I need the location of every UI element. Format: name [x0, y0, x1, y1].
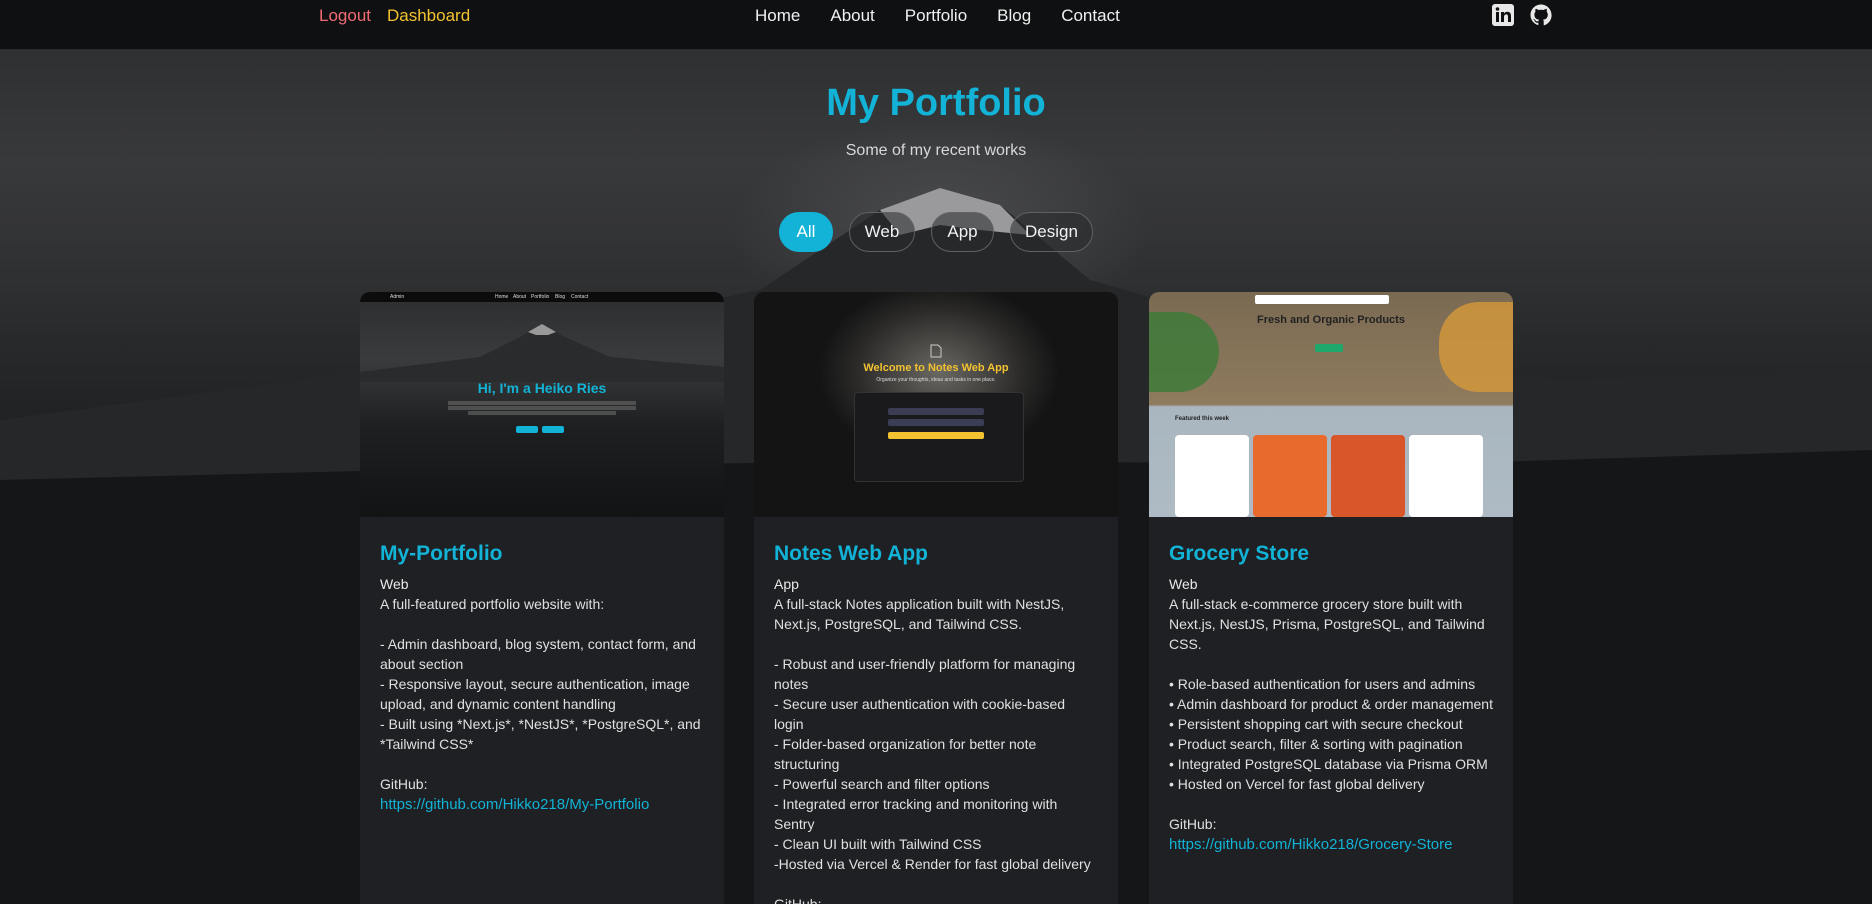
- project-description: A full-featured portfolio website with: …: [380, 596, 701, 752]
- thumb-heading: Hi, I'm a Heiko Ries: [477, 380, 607, 396]
- nav-auth-links: Logout Dashboard: [319, 6, 470, 26]
- social-icons: [1491, 3, 1553, 27]
- github-link[interactable]: https://github.com/Hikko218/Grocery-Stor…: [1169, 834, 1493, 856]
- thumb-email-field: [888, 408, 984, 415]
- filter-web-button[interactable]: Web: [849, 212, 915, 252]
- github-label: GitHub:: [380, 776, 428, 792]
- project-title: Notes Web App: [774, 542, 929, 565]
- project-category: Web: [380, 576, 409, 592]
- thumb-nav-brand: Admin: [390, 294, 405, 300]
- project-thumbnail[interactable]: Fresh and Organic Products Featured this…: [1149, 292, 1513, 517]
- thumb-nav-link: Blog: [555, 294, 566, 300]
- project-card-grocery-store: Fresh and Organic Products Featured this…: [1149, 292, 1513, 904]
- filter-group: All Web App Design: [779, 212, 1093, 252]
- project-category: Web: [1169, 576, 1198, 592]
- dashboard-link[interactable]: Dashboard: [387, 6, 470, 26]
- nav-contact[interactable]: Contact: [1061, 6, 1120, 26]
- filter-design-button[interactable]: Design: [1010, 212, 1093, 252]
- project-thumbnail[interactable]: Welcome to Notes Web App Organize your t…: [754, 292, 1118, 517]
- nav-blog[interactable]: Blog: [997, 6, 1031, 26]
- main-nav: Home About Portfolio Blog Contact: [755, 6, 1120, 26]
- logout-link[interactable]: Logout: [319, 6, 371, 26]
- project-card-notes-web-app: Welcome to Notes Web App Organize your t…: [754, 292, 1118, 904]
- thumb-heading: Welcome to Notes Web App: [863, 362, 1009, 374]
- project-description: A full-stack e-commerce grocery store bu…: [1169, 596, 1493, 792]
- github-link[interactable]: https://github.com/Hikko218/My-Portfolio: [380, 794, 704, 816]
- page-subtitle: Some of my recent works: [845, 142, 1027, 159]
- thumb-mini-nav: Admin Home About Portfolio Blog Contact: [360, 292, 724, 302]
- github-label: GitHub:: [774, 896, 822, 904]
- thumb-buttons: [516, 426, 564, 433]
- thumb-text: [448, 400, 636, 416]
- thumb-spinach: [1149, 312, 1219, 392]
- nav-portfolio[interactable]: Portfolio: [905, 6, 967, 26]
- thumb-nav-link: Home: [495, 294, 509, 300]
- github-icon[interactable]: [1529, 3, 1553, 27]
- thumb-bread: [1439, 302, 1513, 392]
- thumb-product-tile: [1409, 435, 1483, 517]
- thumb-mountain: [360, 324, 724, 382]
- thumb-password-field: [888, 419, 984, 426]
- nav-about[interactable]: About: [830, 6, 874, 26]
- thumb-section-title: Featured this week: [1175, 416, 1230, 422]
- nav-home[interactable]: Home: [755, 6, 800, 26]
- linkedin-icon[interactable]: [1491, 3, 1515, 27]
- github-label: GitHub:: [1169, 816, 1217, 832]
- thumb-product-tile: [1175, 435, 1249, 517]
- thumb-product-tile: [1331, 435, 1405, 517]
- thumb-nav-link: Contact: [571, 294, 589, 300]
- project-title: My-Portfolio: [380, 542, 503, 565]
- filter-all-button[interactable]: All: [779, 212, 833, 252]
- project-category: App: [774, 576, 799, 592]
- project-description: A full-stack Notes application built wit…: [774, 596, 1091, 872]
- thumb-login-button: [888, 432, 984, 439]
- filter-app-button[interactable]: App: [931, 212, 994, 252]
- page-title: My Portfolio: [826, 82, 1046, 124]
- thumb-search-bar: [1255, 295, 1389, 304]
- thumb-nav-link: About: [513, 294, 527, 300]
- thumb-shop-button: [1315, 344, 1343, 352]
- project-thumbnail[interactable]: Admin Home About Portfolio Blog Contact …: [360, 292, 724, 517]
- top-navbar: Logout Dashboard Home About Portfolio Bl…: [0, 0, 1872, 50]
- project-title: Grocery Store: [1169, 542, 1310, 565]
- project-card-my-portfolio: Admin Home About Portfolio Blog Contact …: [360, 292, 724, 904]
- thumb-nav-link: Portfolio: [531, 294, 550, 300]
- thumb-product-tile: [1253, 435, 1327, 517]
- thumb-subheading: Organize your thoughts, ideas and tasks …: [876, 377, 996, 383]
- note-icon: [930, 344, 942, 358]
